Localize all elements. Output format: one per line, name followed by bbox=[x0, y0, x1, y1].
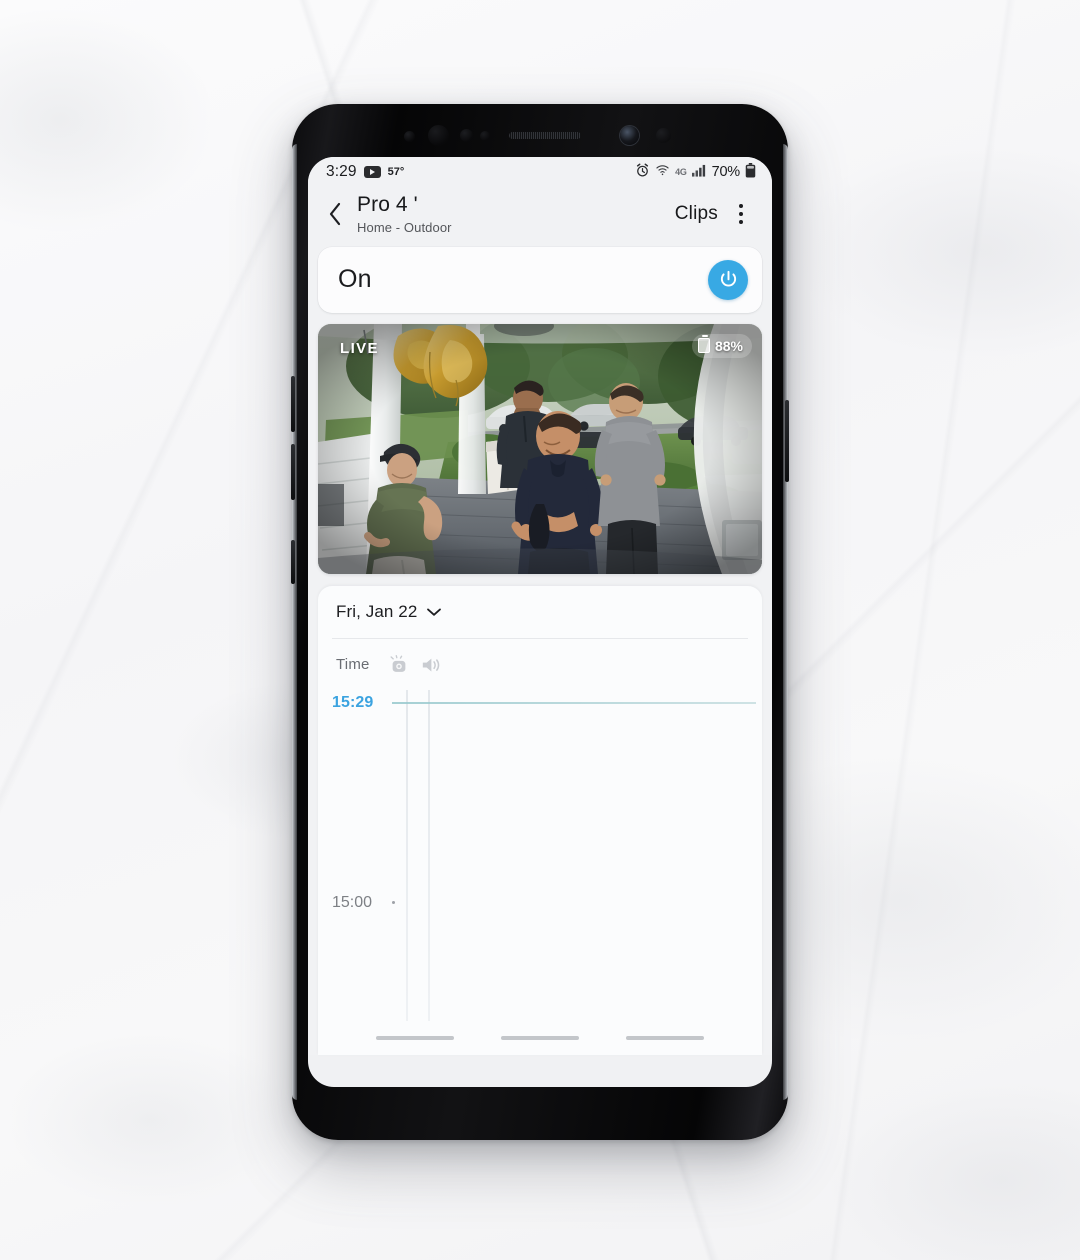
power-card[interactable]: On bbox=[318, 246, 762, 313]
back-button-nav[interactable] bbox=[626, 1035, 705, 1040]
home-button[interactable] bbox=[500, 1035, 579, 1040]
live-video-card[interactable]: LIVE 88% bbox=[318, 323, 762, 574]
infrared-sensor-icon bbox=[480, 131, 490, 141]
status-time: 3:29 bbox=[326, 163, 357, 180]
kebab-menu-icon[interactable] bbox=[726, 197, 756, 231]
timeline-header-row: Time bbox=[318, 639, 762, 691]
recents-button[interactable] bbox=[375, 1035, 454, 1040]
title-block: Pro 4 ' Home - Outdoor bbox=[357, 193, 452, 235]
battery-percent-label: 70% bbox=[711, 164, 741, 180]
status-bar: 3:29 57° 4G 70% bbox=[308, 157, 772, 187]
battery-icon bbox=[697, 335, 710, 354]
past-time-label: 15:00 bbox=[332, 893, 373, 911]
clips-button[interactable]: Clips bbox=[675, 203, 718, 225]
app-bar: Pro 4 ' Home - Outdoor Clips bbox=[308, 187, 772, 247]
phone-top-bezel bbox=[308, 116, 772, 157]
system-nav-bar bbox=[318, 1020, 762, 1055]
battery-icon bbox=[745, 162, 756, 182]
time-tick bbox=[392, 901, 395, 905]
kebab-dot bbox=[739, 219, 743, 224]
current-time-line bbox=[392, 702, 756, 704]
alarm-clock-icon bbox=[635, 163, 650, 182]
date-selector[interactable]: Fri, Jan 22 bbox=[318, 586, 762, 638]
iris-scanner-icon bbox=[428, 125, 449, 146]
power-state-label: On bbox=[338, 265, 372, 294]
camera-feed-image bbox=[318, 323, 762, 574]
sound-speaker-icon[interactable] bbox=[420, 655, 442, 675]
timeline-column-divider bbox=[406, 689, 408, 1055]
status-bar-right: 4G 70% bbox=[635, 162, 756, 182]
current-time-label: 15:29 bbox=[332, 693, 374, 711]
kebab-dot bbox=[739, 211, 743, 216]
phone-right-rail bbox=[783, 144, 788, 1100]
assistant-button[interactable] bbox=[291, 540, 295, 584]
front-camera-icon bbox=[620, 126, 639, 145]
timeline-column-divider bbox=[428, 689, 430, 1055]
proximity-sensor-icon bbox=[404, 131, 415, 142]
light-sensor-icon bbox=[460, 129, 473, 142]
led-indicator-icon bbox=[656, 128, 671, 143]
status-bar-left: 3:29 57° bbox=[326, 163, 404, 181]
youtube-icon bbox=[363, 166, 381, 178]
kebab-dot bbox=[739, 203, 743, 208]
earpiece-speaker bbox=[509, 132, 581, 139]
time-column-header: Time bbox=[336, 656, 370, 674]
page-title: Pro 4 ' bbox=[357, 193, 418, 216]
wifi-icon bbox=[655, 163, 670, 181]
timeline-card: Fri, Jan 22 Time 15:29 15:00 bbox=[318, 585, 762, 1055]
camera-battery-badge: 88% bbox=[691, 333, 752, 358]
timeline-track[interactable]: 15:29 15:00 bbox=[318, 689, 762, 1055]
phone-left-rail bbox=[292, 144, 297, 1100]
current-time-marker: 15:29 bbox=[318, 693, 762, 713]
date-label: Fri, Jan 22 bbox=[336, 601, 418, 621]
camera-battery-label: 88% bbox=[714, 337, 743, 354]
motion-camera-icon[interactable] bbox=[388, 654, 410, 675]
volume-up-button[interactable] bbox=[291, 376, 295, 432]
phone-device: 3:29 57° 4G 70% Pro 4 ' Home - Outdoor C… bbox=[291, 104, 789, 1140]
back-button[interactable] bbox=[318, 197, 352, 231]
volume-down-button[interactable] bbox=[291, 444, 295, 500]
page-subtitle: Home - Outdoor bbox=[357, 219, 452, 235]
phone-screen: 3:29 57° 4G 70% Pro 4 ' Home - Outdoor C… bbox=[308, 157, 772, 1087]
past-time-marker: 15:00 bbox=[318, 893, 395, 913]
power-toggle-button[interactable] bbox=[708, 259, 748, 300]
chevron-down-icon[interactable] bbox=[426, 607, 442, 617]
network-type-label: 4G bbox=[675, 167, 687, 177]
signal-bars-icon bbox=[691, 163, 707, 181]
main-content: On LIVE 88% Fri, Jan 22 Time 15:29 15:00 bbox=[308, 246, 772, 1055]
status-temperature: 57° bbox=[387, 166, 405, 178]
power-button-hardware[interactable] bbox=[785, 400, 789, 482]
live-badge: LIVE bbox=[340, 339, 379, 357]
